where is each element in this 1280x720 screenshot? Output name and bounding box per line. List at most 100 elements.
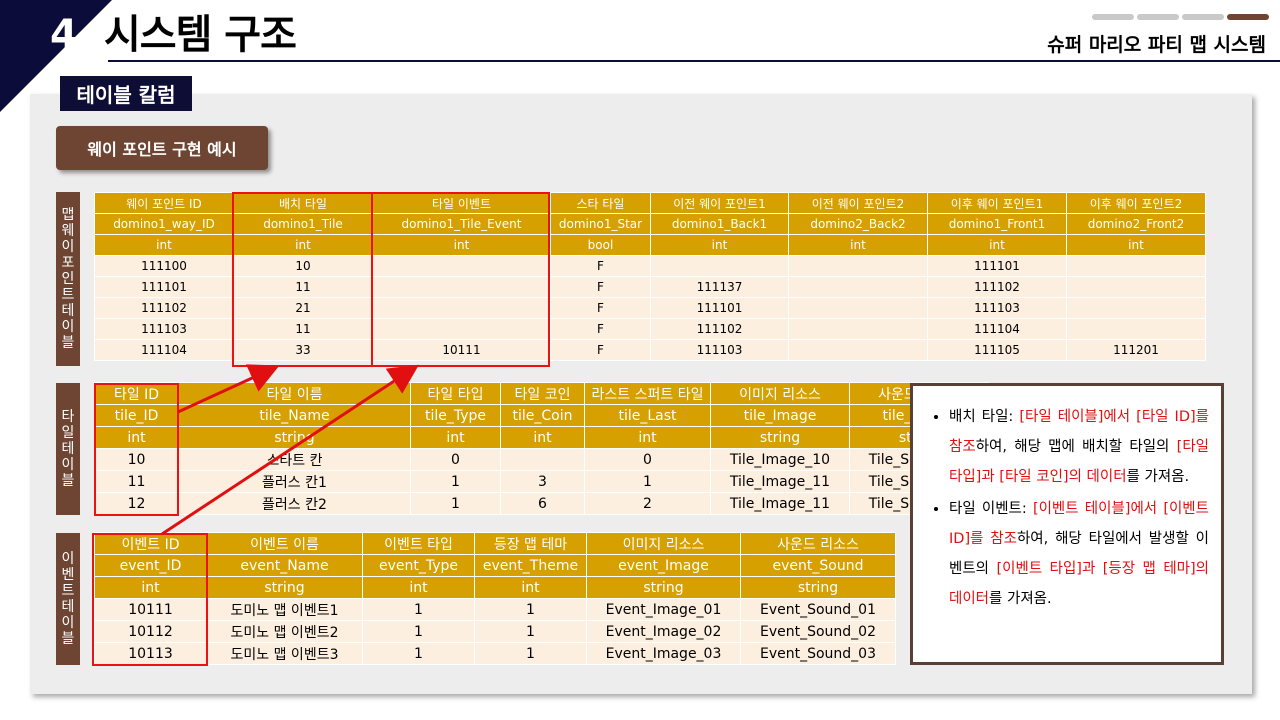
table-cell: int — [788, 234, 928, 256]
table-cell: Event_Sound_02 — [740, 620, 896, 643]
table-cell: 10 — [94, 448, 179, 471]
table-cell: 1 — [410, 492, 501, 515]
table-cell — [650, 255, 789, 277]
table-cell — [788, 318, 928, 340]
table-cell: int — [94, 234, 234, 256]
table-cell: 1 — [474, 642, 587, 665]
table-cell: F — [550, 318, 651, 340]
table-cell: 111101 — [650, 297, 789, 319]
table-cell: domino2_Back2 — [788, 213, 928, 235]
table-row: 111100 10 F 111101 — [94, 255, 1206, 277]
table-cell: 11 — [233, 276, 373, 298]
table-cell: string — [740, 576, 896, 599]
table-cell: int — [927, 234, 1067, 256]
note-text: 타일 이벤트: — [949, 501, 1033, 517]
table-row: 111104 33 10111 F 111103 111105 111201 — [94, 339, 1206, 361]
table-cell: 사운드 리소스 — [740, 532, 896, 555]
table-cell: 111100 — [94, 255, 234, 277]
table-cell — [1066, 255, 1206, 277]
table-cell: int — [233, 234, 373, 256]
table-cell: 도미노 맵 이벤트1 — [206, 598, 363, 621]
table-cell: 웨이 포인트 ID — [94, 192, 234, 214]
table-cell: 1 — [362, 598, 475, 621]
event-side-label-text: 이벤트테이블 — [61, 551, 75, 647]
type-row: int int int bool int int int int — [94, 234, 1206, 256]
example-title-badge: 웨이 포인트 구현 예시 — [56, 126, 268, 170]
table-cell: event_Theme — [474, 554, 587, 577]
table-cell: event_Name — [206, 554, 363, 577]
table-cell: 111102 — [927, 276, 1067, 298]
table-cell: 111103 — [94, 318, 234, 340]
table-cell: 1 — [474, 620, 587, 643]
table-cell: 1 — [584, 470, 711, 493]
table-cell: domino1_Back1 — [650, 213, 789, 235]
waypoint-table: 웨이 포인트 ID 배치 타일 타일 이벤트 스타 타일 이전 웨이 포인트1 이전 웨이… — [94, 192, 1206, 361]
note-text: 를 가져옴. — [989, 591, 1052, 607]
table-cell: domino2_Front2 — [1066, 213, 1206, 235]
table-cell — [788, 297, 928, 319]
table-cell: 111104 — [94, 339, 234, 361]
field-row: tile_ID tile_Name tile_Type tile_Coin tile_L… — [94, 404, 989, 427]
table-cell: event_ID — [94, 554, 207, 577]
table-cell: tile_Type — [410, 404, 501, 427]
table-cell: tile_Name — [178, 404, 411, 427]
table-cell: Tile_Image_11 — [710, 470, 850, 493]
table-row: 11플러스 칸1131Tile_Image_11Tile_Sound_11 — [94, 470, 989, 493]
table-cell: 도미노 맵 이벤트2 — [206, 620, 363, 643]
table-cell: 스타 타일 — [550, 192, 651, 214]
table-cell: 라스트 스퍼트 타일 — [584, 382, 711, 405]
table-cell: 111102 — [94, 297, 234, 319]
table-cell: tile_Last — [584, 404, 711, 427]
table-cell: 21 — [233, 297, 373, 319]
table-cell: string — [206, 576, 363, 599]
table-cell: 1 — [362, 642, 475, 665]
explanation-list: 배치 타일: [타일 테이블]에서 [타일 ID]를 참조하여, 해당 맵에 배… — [933, 402, 1209, 614]
table-cell: 11 — [233, 318, 373, 340]
table-cell: F — [550, 276, 651, 298]
table-cell: tile_Coin — [500, 404, 585, 427]
type-row: int string int int string string — [94, 576, 896, 599]
table-cell — [500, 448, 585, 471]
header-row: 타일 ID 타일 이름 타일 타입 타일 코인 라스트 스퍼트 타일 이미지 리소스 사운드… — [94, 382, 989, 405]
table-cell — [1066, 318, 1206, 340]
waypoint-table-side-label: 맵웨이포인트테이블 — [56, 192, 80, 366]
table-cell: 플러스 칸1 — [178, 470, 411, 493]
table-cell: 10111 — [372, 339, 551, 361]
table-cell: event_Image — [586, 554, 741, 577]
note-text: 하여, 해당 맵에 배치할 타일의 — [975, 439, 1177, 455]
table-cell: 11 — [94, 470, 179, 493]
note-text: 배치 타일: — [949, 409, 1020, 425]
table-cell: 이벤트 이름 — [206, 532, 363, 555]
section-label: 테이블 칼럼 — [60, 76, 192, 111]
table-cell: 이후 웨이 포인트2 — [1066, 192, 1206, 214]
table-cell: int — [1066, 234, 1206, 256]
note-text: 를 가져옴. — [1126, 469, 1190, 485]
table-cell — [788, 339, 928, 361]
table-cell: 등장 맵 테마 — [474, 532, 587, 555]
waypoint-side-label-text: 맵웨이포인트테이블 — [61, 207, 75, 351]
table-cell: 111102 — [650, 318, 789, 340]
table-cell: 스타트 칸 — [178, 448, 411, 471]
table-cell: int — [500, 426, 585, 449]
table-cell: string — [586, 576, 741, 599]
table-cell — [372, 276, 551, 298]
table-cell: int — [410, 426, 501, 449]
event-table: 이벤트 ID 이벤트 이름 이벤트 타입 등장 맵 테마 이미지 리소스 사운드 리소스 e… — [94, 532, 896, 665]
table-cell: 10111 — [94, 598, 207, 621]
table-cell — [372, 255, 551, 277]
explanation-item: 타일 이벤트: [이벤트 테이블]에서 [이벤트 ID]를 참조하여, 해당 타… — [949, 494, 1209, 614]
table-cell — [1066, 276, 1206, 298]
header-row: 이벤트 ID 이벤트 이름 이벤트 타입 등장 맵 테마 이미지 리소스 사운드 리소스 — [94, 532, 896, 555]
table-cell: int — [372, 234, 551, 256]
section-title: 시스템 구조 — [103, 12, 297, 58]
table-cell — [788, 255, 928, 277]
table-cell: 111201 — [1066, 339, 1206, 361]
field-row: event_ID event_Name event_Type event_Theme e… — [94, 554, 896, 577]
type-row: intstringintintintstringstring — [94, 426, 989, 449]
tile-table: 타일 ID 타일 이름 타일 타입 타일 코인 라스트 스퍼트 타일 이미지 리소스 사운드… — [94, 382, 989, 515]
table-cell: F — [550, 339, 651, 361]
table-cell: event_Sound — [740, 554, 896, 577]
table-cell: 1 — [474, 598, 587, 621]
table-cell: 0 — [584, 448, 711, 471]
table-cell: 111104 — [927, 318, 1067, 340]
